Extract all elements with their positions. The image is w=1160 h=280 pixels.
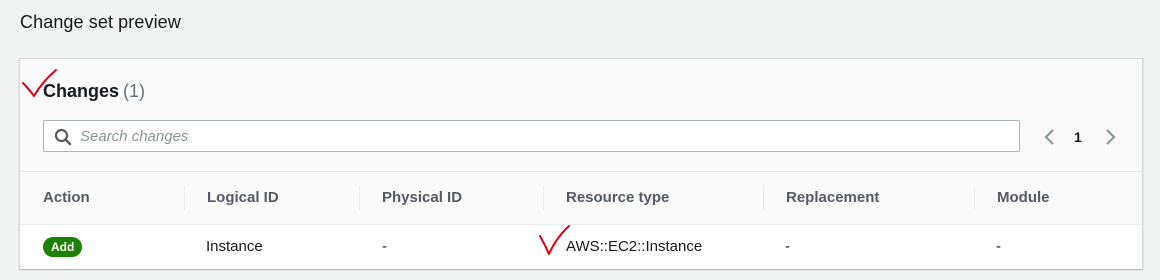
column-divider[interactable] bbox=[359, 186, 360, 210]
changes-heading: Changes bbox=[43, 81, 120, 101]
changes-count: (1) bbox=[123, 81, 146, 101]
module-cell: - bbox=[996, 238, 1001, 255]
column-header-module[interactable]: Module bbox=[997, 172, 1050, 224]
column-header-replacement[interactable]: Replacement bbox=[786, 172, 879, 224]
changes-header: Changes (1) bbox=[43, 81, 145, 102]
column-header-physical-id[interactable]: Physical ID bbox=[382, 172, 462, 224]
changes-table: Action Logical ID Physical ID Resource t… bbox=[20, 171, 1142, 269]
search-input[interactable] bbox=[80, 121, 1000, 151]
column-divider[interactable] bbox=[543, 186, 544, 210]
action-cell: Add bbox=[43, 225, 83, 269]
page-number-1[interactable]: 1 bbox=[1074, 129, 1082, 145]
column-header-logical-id[interactable]: Logical ID bbox=[207, 172, 279, 224]
search-field[interactable] bbox=[43, 120, 1020, 152]
replacement-cell: - bbox=[785, 238, 790, 255]
status-badge-add: Add bbox=[43, 237, 83, 258]
page-title: Change set preview bbox=[20, 12, 181, 32]
column-header-action[interactable]: Action bbox=[43, 172, 90, 224]
chevron-right-icon bbox=[1106, 129, 1116, 145]
resource-type-cell: AWS::EC2::Instance bbox=[566, 238, 703, 255]
physical-id-cell: - bbox=[382, 238, 387, 255]
next-page-button[interactable] bbox=[1098, 125, 1122, 149]
chevron-left-icon bbox=[1044, 129, 1054, 145]
table-header: Action Logical ID Physical ID Resource t… bbox=[20, 171, 1142, 225]
previous-page-button[interactable] bbox=[1038, 125, 1062, 149]
logical-id-cell: Instance bbox=[206, 238, 263, 255]
changes-panel: Changes(1) 1 Action Logical ID Physical … bbox=[19, 58, 1143, 269]
column-divider[interactable] bbox=[763, 186, 764, 210]
column-divider[interactable] bbox=[184, 186, 185, 210]
column-divider[interactable] bbox=[974, 186, 975, 210]
column-header-resource-type[interactable]: Resource type bbox=[566, 172, 669, 224]
pagination: 1 bbox=[1038, 123, 1122, 151]
search-icon bbox=[54, 128, 72, 146]
table-row: Add Instance - AWS::EC2::Instance - - bbox=[20, 225, 1142, 269]
